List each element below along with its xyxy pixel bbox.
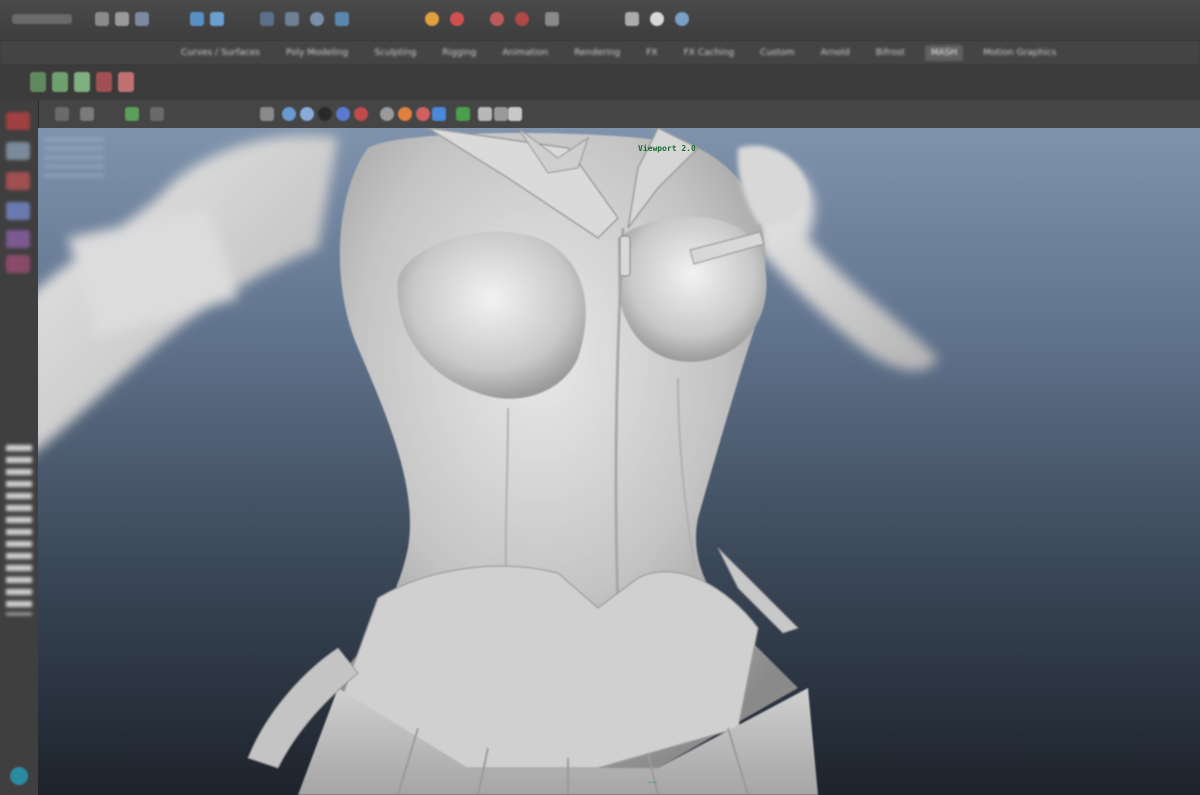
shelf-tool-icon[interactable] bbox=[96, 72, 112, 92]
open-scene-icon[interactable] bbox=[115, 12, 129, 26]
shelf-tool-icon[interactable] bbox=[52, 72, 68, 92]
xray-icon[interactable] bbox=[478, 107, 492, 121]
default-material-icon[interactable] bbox=[300, 107, 314, 121]
tab-custom[interactable]: Custom bbox=[754, 45, 800, 61]
frame-indicator: —— bbox=[648, 778, 657, 786]
render-settings-icon[interactable] bbox=[490, 12, 504, 26]
depth-of-field-icon[interactable] bbox=[432, 107, 446, 121]
tab-poly-modeling[interactable]: Poly Modeling bbox=[280, 45, 354, 61]
shadows-icon[interactable] bbox=[354, 107, 368, 121]
shelf-content bbox=[0, 66, 1200, 101]
image-plane-icon[interactable] bbox=[125, 107, 139, 121]
tab-mash[interactable]: MASH bbox=[924, 44, 964, 61]
move-tool-icon[interactable] bbox=[6, 202, 30, 220]
select-tool-icon[interactable] bbox=[6, 112, 30, 130]
smooth-shade-icon[interactable] bbox=[282, 107, 296, 121]
status-line bbox=[0, 0, 1200, 41]
new-scene-icon[interactable] bbox=[95, 12, 109, 26]
grid-icon[interactable] bbox=[150, 107, 164, 121]
mode-selector-icon[interactable] bbox=[12, 14, 72, 24]
help-icon[interactable] bbox=[675, 12, 689, 26]
anti-aliasing-icon[interactable] bbox=[416, 107, 430, 121]
tab-rigging[interactable]: Rigging bbox=[436, 45, 482, 61]
zipper-pull bbox=[619, 235, 631, 277]
paint-select-icon[interactable] bbox=[6, 172, 30, 190]
user-icon[interactable] bbox=[650, 12, 664, 26]
viewport-3d[interactable]: Viewport 2.0 —— bbox=[38, 128, 1200, 795]
tab-fx-caching[interactable]: FX Caching bbox=[678, 45, 741, 61]
tab-motion-graphics[interactable]: Motion Graphics bbox=[977, 45, 1062, 61]
scale-tool-icon[interactable] bbox=[6, 255, 30, 273]
shelf-tool-icon[interactable] bbox=[30, 72, 46, 92]
textured-icon[interactable] bbox=[318, 107, 332, 121]
tab-sculpting[interactable]: Sculpting bbox=[368, 45, 422, 61]
layout-presets-icon[interactable] bbox=[6, 445, 32, 615]
bookmark-icon[interactable] bbox=[80, 107, 94, 121]
xray-joints-icon[interactable] bbox=[494, 107, 508, 121]
shelf-tool-icon[interactable] bbox=[74, 72, 90, 92]
sign-in-icon[interactable] bbox=[625, 12, 639, 26]
snap-grid-icon[interactable] bbox=[260, 12, 274, 26]
camera-attributes-icon[interactable] bbox=[55, 107, 69, 121]
character-model[interactable] bbox=[38, 128, 1200, 795]
jacket-torso bbox=[247, 128, 818, 795]
snap-view-icon[interactable] bbox=[335, 12, 349, 26]
snap-curve-icon[interactable] bbox=[285, 12, 299, 26]
tab-curves-surfaces[interactable]: Curves / Surfaces bbox=[175, 45, 266, 61]
save-scene-icon[interactable] bbox=[135, 12, 149, 26]
tab-rendering[interactable]: Rendering bbox=[568, 45, 626, 61]
renderer-label: Viewport 2.0 bbox=[638, 144, 696, 153]
ipr-render-icon[interactable] bbox=[450, 12, 464, 26]
select-object-icon[interactable] bbox=[210, 12, 224, 26]
snap-point-icon[interactable] bbox=[310, 12, 324, 26]
rotate-tool-icon[interactable] bbox=[6, 230, 30, 248]
isolate-select-icon[interactable] bbox=[456, 107, 470, 121]
lasso-tool-icon[interactable] bbox=[6, 142, 30, 160]
shelf-tab-bar: Curves / Surfaces Poly Modeling Sculptin… bbox=[0, 40, 1200, 66]
use-lights-icon[interactable] bbox=[336, 107, 350, 121]
tab-animation[interactable]: Animation bbox=[496, 45, 554, 61]
script-editor-icon[interactable] bbox=[10, 767, 28, 785]
ambient-occlusion-icon[interactable] bbox=[380, 107, 394, 121]
motion-blur-icon[interactable] bbox=[398, 107, 412, 121]
right-arm bbox=[38, 135, 338, 451]
tab-arnold[interactable]: Arnold bbox=[815, 45, 856, 61]
viewport-toolbar bbox=[0, 100, 1200, 129]
tab-fx[interactable]: FX bbox=[640, 45, 663, 61]
hypershade-icon[interactable] bbox=[515, 12, 529, 26]
tab-bifrost[interactable]: Bifrost bbox=[870, 45, 911, 61]
select-hierarchy-icon[interactable] bbox=[190, 12, 204, 26]
toolbox bbox=[0, 100, 39, 795]
render-icon[interactable] bbox=[425, 12, 439, 26]
wireframe-icon[interactable] bbox=[260, 107, 274, 121]
share-icon[interactable] bbox=[508, 107, 522, 121]
render-view-icon[interactable] bbox=[545, 12, 559, 26]
shelf-tool-icon[interactable] bbox=[118, 72, 134, 92]
